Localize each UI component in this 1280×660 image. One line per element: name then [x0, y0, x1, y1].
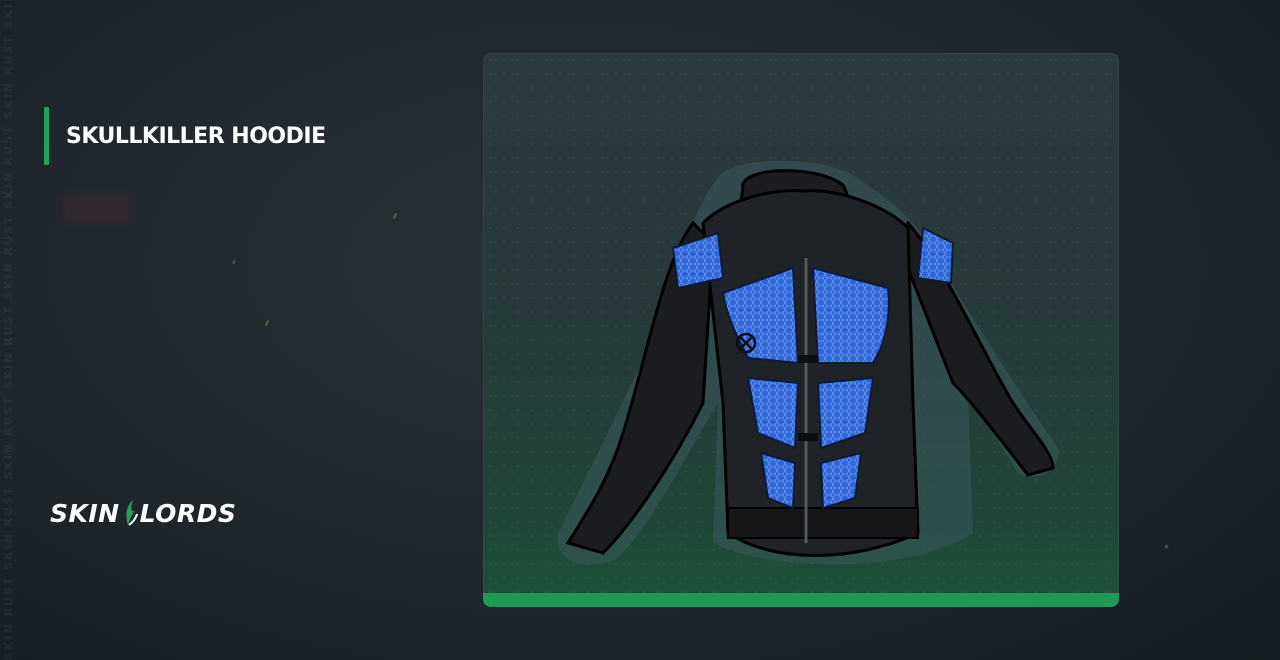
title-accent-bar	[44, 107, 49, 165]
background-speck	[232, 259, 236, 265]
logo-text-left: SKIN	[50, 498, 120, 528]
side-watermark: SKIN RUST SKIN RUST SKIN RUST SKIN RUST …	[2, 0, 15, 660]
blurred-badge	[62, 192, 130, 224]
skinlords-logo-icon	[126, 500, 138, 526]
logo-text-right: LORDS	[139, 498, 237, 528]
skinlords-logo: SKIN LORDS	[50, 498, 236, 528]
card-bottom-bar	[483, 593, 1119, 607]
title-block: SKULLKILLER HOODIE	[44, 107, 326, 165]
background-speck	[392, 212, 398, 220]
background-speck	[1164, 544, 1169, 549]
background-speck	[264, 319, 270, 327]
item-title: SKULLKILLER HOODIE	[66, 123, 326, 149]
item-card	[483, 53, 1119, 607]
hoodie-image	[557, 160, 1059, 565]
